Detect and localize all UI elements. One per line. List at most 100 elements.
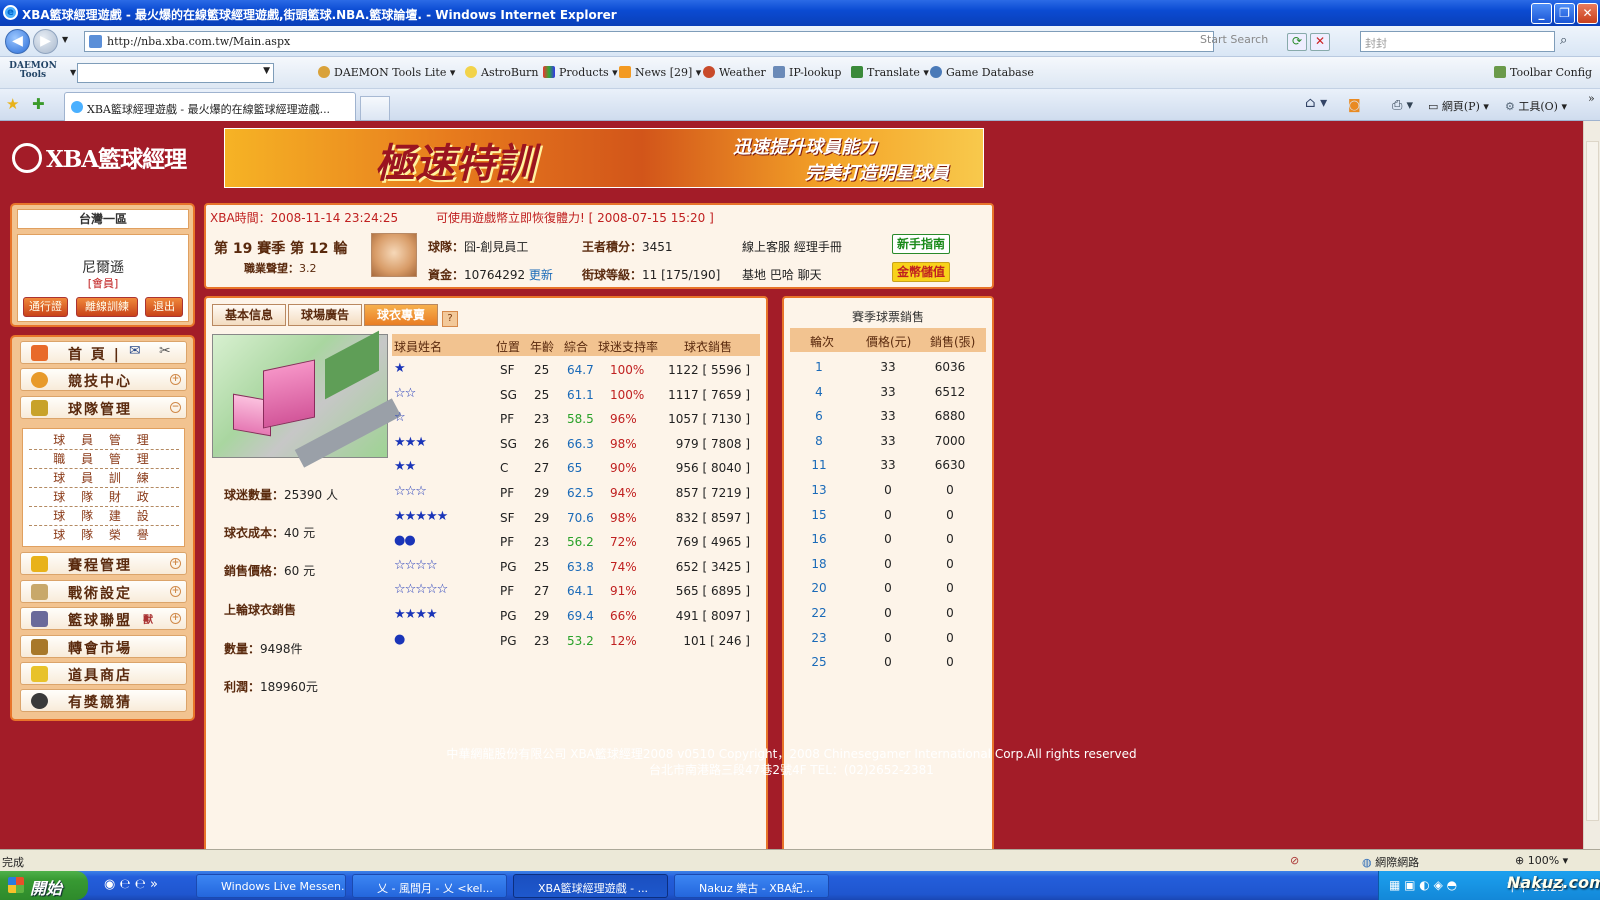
player-pos: C (500, 461, 509, 476)
tab-jersey-shop[interactable]: 球衣專賣 (364, 304, 438, 326)
menu-schedule[interactable]: 賽程管理 + (20, 552, 187, 575)
service-links[interactable]: 線上客服 經理手冊 (742, 238, 842, 255)
submenu-finance[interactable]: 球 隊 財 政 (29, 488, 179, 507)
player-sales: 769 [ 4965 ] (675, 535, 750, 550)
player-sales: 1117 [ 7659 ] (668, 387, 750, 402)
toolbar-combo-input[interactable]: ▼ (77, 63, 274, 83)
add-favorite-icon[interactable]: ✚ (32, 95, 45, 113)
taskbar-messenger[interactable]: Windows Live Messen... (196, 874, 346, 898)
link-ip-lookup[interactable]: IP-lookup (773, 66, 841, 79)
link-news[interactable]: News [29] ▾ (619, 66, 701, 79)
link-weather[interactable]: Weather (703, 66, 766, 79)
ticket-price: 0 (884, 630, 892, 645)
notice-text[interactable]: 可使用遊戲幣立即恢復體力! [ 2008-07-15 15:20 ] (436, 209, 714, 226)
chevron-more-icon[interactable]: » (1588, 92, 1595, 105)
vertical-scrollbar[interactable] (1583, 121, 1600, 849)
player-row[interactable]: ☆☆☆☆☆ PF 27 64.1 91% 565 [ 6895 ] (392, 579, 760, 603)
pass-button[interactable]: 通行證 (23, 297, 68, 317)
tools-icon[interactable]: ✂ (159, 343, 171, 359)
col-round: 輪次 (810, 335, 835, 349)
menu-tactics[interactable]: 戰術設定 + (20, 580, 187, 603)
beginner-guide-button[interactable]: 新手指南 (892, 234, 950, 254)
player-row[interactable]: ★★★ SG 26 66.3 98% 979 [ 7808 ] (392, 432, 760, 456)
community-links[interactable]: 基地 巴哈 聊天 (742, 266, 822, 283)
menu-shop[interactable]: 道具商店 (20, 662, 187, 685)
favorites-star-icon[interactable]: ★ (6, 95, 19, 113)
protected-mode-icon[interactable]: ⊘ (1290, 854, 1299, 867)
mail-icon[interactable]: ✉ (129, 343, 141, 359)
submenu-players[interactable]: 球 員 管 理 (29, 431, 179, 450)
submenu-training[interactable]: 球 員 訓 練 (29, 469, 179, 488)
history-dropdown-icon[interactable]: ▼ (62, 35, 68, 44)
player-row[interactable]: ★ SF 25 64.7 100% 1122 [ 5596 ] (392, 358, 760, 382)
player-row[interactable]: ● PG 23 53.2 12% 101 [ 246 ] (392, 629, 760, 653)
player-age: 23 (534, 535, 550, 550)
player-row[interactable]: ☆☆☆☆ PG 25 63.8 74% 652 [ 3425 ] (392, 555, 760, 579)
menu-lottery[interactable]: 有獎競猜 (20, 689, 187, 712)
internet-zone[interactable]: ◍ 網際網路 (1362, 854, 1419, 870)
menu-team[interactable]: 球隊管理 − (20, 396, 187, 419)
player-row[interactable]: ★★★★ PG 29 69.4 66% 491 [ 8097 ] (392, 604, 760, 628)
xba-logo[interactable]: XBA籃球經理 (12, 140, 187, 174)
address-bar[interactable]: http://nba.xba.com.tw/Main.aspx (84, 31, 1214, 52)
start-button[interactable]: 開始 (0, 871, 88, 900)
tray-icons[interactable]: ▦ ▣ ◐ ◈ ◓ (1389, 878, 1457, 892)
link-daemon[interactable]: DAEMON Tools Lite ▾ (318, 66, 455, 79)
player-row[interactable]: ★★★★★ SF 29 70.6 98% 832 [ 8597 ] (392, 506, 760, 530)
player-row[interactable]: ☆ PF 23 58.5 96% 1057 [ 7130 ] (392, 407, 760, 431)
restore-button[interactable]: ❐ (1554, 3, 1575, 24)
search-input[interactable]: 封封 (1360, 31, 1555, 52)
player-row[interactable]: ☆☆☆ PF 29 62.5 94% 857 [ 7219 ] (392, 481, 760, 505)
tab-basic-info[interactable]: 基本信息 (212, 304, 286, 326)
tab-court-ads[interactable]: 球場廣告 (288, 304, 362, 326)
jersey-price[interactable]: 銷售價格：60 元 (224, 562, 315, 579)
search-icon[interactable]: ⌕ (1560, 33, 1567, 48)
taskbar-chat[interactable]: 乂 - 風間月 - 乂 <kel... (352, 874, 507, 898)
quicklaunch-icons[interactable]: ◉ ℮ ℮ » (104, 877, 158, 892)
submenu-honors[interactable]: 球 隊 榮 譽 (29, 526, 179, 545)
print-icon[interactable]: ⎙ ▾ (1392, 98, 1413, 113)
browser-tab-active[interactable]: XBA籃球經理遊戲 - 最火爆的在線籃球經理遊戲... (64, 92, 356, 121)
player-row[interactable]: ★★ C 27 65 90% 956 [ 8040 ] (392, 456, 760, 480)
home-icon[interactable]: ⌂ ▾ (1305, 95, 1327, 111)
menu-transfer[interactable]: 轉會市場 (20, 635, 187, 658)
back-button[interactable]: ◀ (5, 29, 30, 54)
daemon-dropdown-icon[interactable]: ▼ (70, 68, 76, 77)
link-game-database[interactable]: Game Database (930, 66, 1034, 79)
ticket-price: 0 (884, 655, 892, 670)
offline-training-button[interactable]: 離線訓練 (76, 297, 138, 317)
menu-league[interactable]: 籃球聯盟獸 + (20, 607, 187, 630)
stop-icon[interactable]: ✕ (1310, 33, 1330, 51)
help-icon[interactable]: ? (442, 311, 458, 327)
player-sales: 491 [ 8097 ] (675, 609, 750, 623)
toolbar-config-button[interactable]: Toolbar Config (1494, 66, 1592, 79)
start-search-label[interactable]: Start Search (1200, 33, 1268, 46)
player-row[interactable]: ●● PF 23 56.2 72% 769 [ 4965 ] (392, 530, 760, 554)
minimize-button[interactable]: _ (1531, 3, 1552, 24)
submenu-staff[interactable]: 職 員 管 理 (29, 450, 179, 469)
new-tab-button[interactable] (360, 96, 390, 120)
page-menu[interactable]: ▭ 網頁(P) ▾ (1428, 98, 1489, 114)
player-row[interactable]: ☆☆ SG 25 61.1 100% 1117 [ 7659 ] (392, 383, 760, 407)
menu-arena[interactable]: 競技中心 + (20, 368, 187, 391)
link-astroburn[interactable]: AstroBurn (465, 66, 538, 79)
taskbar-xba[interactable]: XBA籃球經理遊戲 - ... (513, 874, 668, 898)
refresh-funds-link[interactable]: 更新 (529, 268, 553, 282)
exit-button[interactable]: 退出 (145, 297, 183, 317)
link-translate[interactable]: Translate ▾ (851, 66, 929, 79)
promo-banner[interactable]: 極速特訓 迅速提升球員能力 完美打造明星球員 (224, 128, 984, 188)
ticket-sold: 0 (946, 630, 954, 645)
zoom-level[interactable]: ⊕ 100% ▾ (1515, 854, 1568, 867)
tools-menu[interactable]: ⚙ 工具(O) ▾ (1505, 98, 1567, 114)
close-window-button[interactable]: ✕ (1577, 3, 1598, 24)
submenu-construction[interactable]: 球 隊 建 設 (29, 507, 179, 526)
menu-home[interactable]: 首 頁 | ✉ ✂ (20, 341, 187, 364)
link-products[interactable]: Products ▾ (543, 66, 618, 79)
player-age: 29 (534, 510, 550, 525)
taskbar-nakuz[interactable]: Nakuz 樂古 - XBA紀... (674, 874, 829, 898)
coin-topup-button[interactable]: 金幣儲值 (892, 262, 950, 282)
col-ticket-price: 價格(元) (866, 335, 912, 349)
forward-button[interactable]: ▶ (33, 29, 58, 54)
feeds-icon[interactable]: ◙ (1348, 98, 1361, 113)
refresh-icon[interactable]: ⟳ (1287, 33, 1307, 51)
